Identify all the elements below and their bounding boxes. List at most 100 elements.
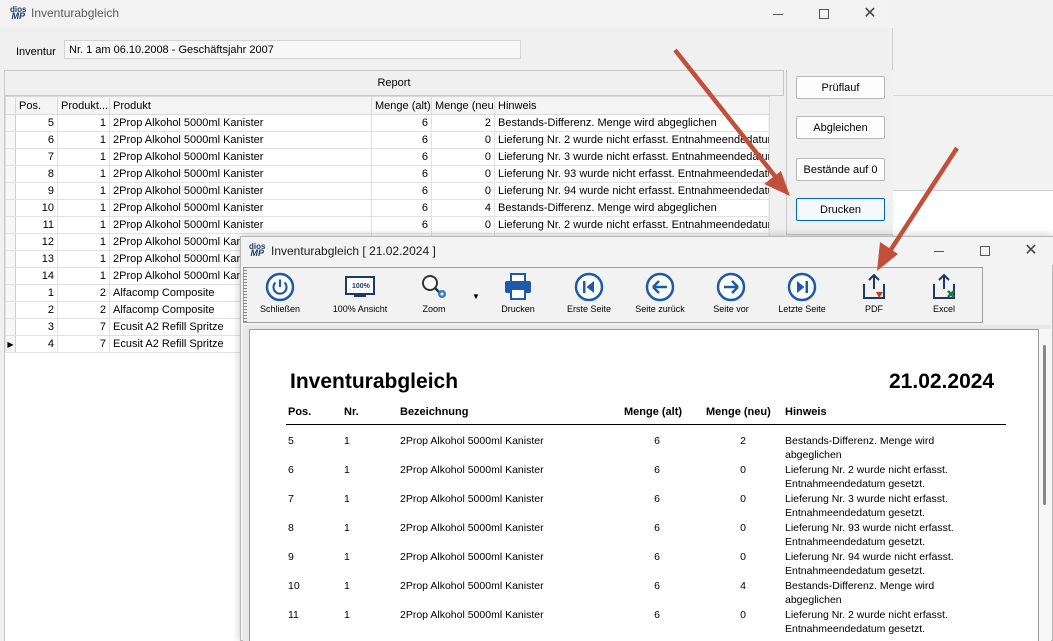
- cell-hinweis[interactable]: Lieferung Nr. 3 wurde nicht erfasst. Ent…: [494, 148, 770, 166]
- row-selector[interactable]: [5, 216, 16, 234]
- cell-produkt[interactable]: 2Prop Alkohol 5000ml Kanister: [109, 114, 372, 132]
- table-row[interactable]: 8 1 2Prop Alkohol 5000ml Kanister 6 0 Lieferu…: [5, 165, 770, 183]
- preview-close-button[interactable]: ✕: [1008, 237, 1053, 265]
- table-row[interactable]: 10 1 2Prop Alkohol 5000ml Kanister 6 4 Bestan…: [5, 199, 770, 217]
- cell-produkt-nr[interactable]: 1: [57, 148, 110, 166]
- cell-menge-alt[interactable]: 6: [371, 148, 432, 166]
- bestaende-auf-0-button[interactable]: Bestände auf 0: [796, 158, 885, 181]
- row-selector[interactable]: [5, 318, 16, 336]
- cell-menge-neu[interactable]: 0: [431, 216, 495, 234]
- cell-produkt-nr[interactable]: 2: [57, 301, 110, 319]
- seite-vor-button[interactable]: Seite vor: [706, 272, 756, 320]
- cell-menge-neu[interactable]: 4: [431, 199, 495, 217]
- row-selector[interactable]: [5, 165, 16, 183]
- cell-pos[interactable]: 14: [15, 267, 58, 285]
- cell-produkt[interactable]: 2Prop Alkohol 5000ml Kanister: [109, 199, 372, 217]
- zoom-button[interactable]: Zoom: [412, 272, 456, 320]
- schliessen-button[interactable]: Schließen: [256, 272, 304, 320]
- column-header-produkt[interactable]: Produkt: [109, 96, 372, 115]
- cell-pos[interactable]: 7: [15, 148, 58, 166]
- cell-produkt-nr[interactable]: 1: [57, 114, 110, 132]
- cell-produkt[interactable]: 2Prop Alkohol 5000ml Kanister: [109, 165, 372, 183]
- cell-menge-alt[interactable]: 6: [371, 199, 432, 217]
- excel-export-button[interactable]: Excel: [922, 272, 966, 320]
- cell-pos[interactable]: 4: [15, 335, 58, 353]
- cell-produkt[interactable]: 2Prop Alkohol 5000ml Kanister: [109, 216, 372, 234]
- preview-drucken-button[interactable]: Drucken: [494, 272, 542, 320]
- row-selector[interactable]: [5, 114, 16, 132]
- cell-hinweis[interactable]: Lieferung Nr. 93 wurde nicht erfasst. En…: [494, 165, 770, 183]
- column-header-menge-neu[interactable]: Menge (neu): [431, 96, 495, 115]
- cell-produkt[interactable]: 2Prop Alkohol 5000ml Kanister: [109, 131, 372, 149]
- cell-hinweis[interactable]: Lieferung Nr. 2 wurde nicht erfasst. Ent…: [494, 216, 770, 234]
- cell-produkt-nr[interactable]: 1: [57, 165, 110, 183]
- cell-produkt[interactable]: 2Prop Alkohol 5000ml Kanister: [109, 148, 372, 166]
- cell-hinweis[interactable]: Lieferung Nr. 94 wurde nicht erfasst. En…: [494, 182, 770, 200]
- row-selector[interactable]: [5, 182, 16, 200]
- inventur-field[interactable]: Nr. 1 am 06.10.2008 - Geschäftsjahr 2007: [64, 40, 521, 59]
- column-header-pos[interactable]: Pos.: [15, 96, 58, 115]
- cell-hinweis[interactable]: Bestands-Differenz. Menge wird abgeglich…: [494, 199, 770, 217]
- cell-pos[interactable]: 9: [15, 182, 58, 200]
- cell-produkt-nr[interactable]: 1: [57, 182, 110, 200]
- table-row[interactable]: 7 1 2Prop Alkohol 5000ml Kanister 6 0 Lieferu…: [5, 148, 770, 166]
- zoom-100-button[interactable]: 100% 100% Ansicht: [328, 272, 392, 320]
- row-selector[interactable]: [5, 267, 16, 285]
- cell-menge-neu[interactable]: 0: [431, 131, 495, 149]
- scrollbar-thumb[interactable]: [1043, 345, 1046, 505]
- cell-menge-alt[interactable]: 6: [371, 114, 432, 132]
- cell-hinweis[interactable]: Lieferung Nr. 2 wurde nicht erfasst. Ent…: [494, 131, 770, 149]
- cell-produkt-nr[interactable]: 1: [57, 267, 110, 285]
- drucken-button[interactable]: Drucken: [796, 198, 885, 221]
- cell-produkt-nr[interactable]: 2: [57, 284, 110, 302]
- abgleichen-button[interactable]: Abgleichen: [796, 116, 885, 139]
- table-row[interactable]: 11 1 2Prop Alkohol 5000ml Kanister 6 0 Liefer…: [5, 216, 770, 234]
- cell-menge-alt[interactable]: 6: [371, 131, 432, 149]
- cell-menge-alt[interactable]: 6: [371, 182, 432, 200]
- cell-pos[interactable]: 12: [15, 233, 58, 251]
- preview-maximize-button[interactable]: [962, 237, 1008, 265]
- row-selector[interactable]: [5, 199, 16, 217]
- seite-zurueck-button[interactable]: Seite zurück: [630, 272, 690, 320]
- cell-produkt-nr[interactable]: 1: [57, 250, 110, 268]
- pruflauf-button[interactable]: Prüflauf: [796, 76, 885, 99]
- row-selector[interactable]: [5, 233, 16, 251]
- cell-menge-neu[interactable]: 0: [431, 165, 495, 183]
- cell-pos[interactable]: 10: [15, 199, 58, 217]
- close-button[interactable]: ✕: [847, 0, 893, 28]
- row-selector[interactable]: [5, 148, 16, 166]
- cell-pos[interactable]: 1: [15, 284, 58, 302]
- toolbar-grip[interactable]: [243, 267, 247, 323]
- cell-pos[interactable]: 8: [15, 165, 58, 183]
- cell-pos[interactable]: 11: [15, 216, 58, 234]
- maximize-button[interactable]: [801, 0, 847, 28]
- column-header-produkt-nr[interactable]: Produkt...: [57, 96, 110, 115]
- cell-produkt-nr[interactable]: 7: [57, 318, 110, 336]
- cell-produkt-nr[interactable]: 7: [57, 335, 110, 353]
- cell-produkt-nr[interactable]: 1: [57, 216, 110, 234]
- table-row[interactable]: 5 1 2Prop Alkohol 5000ml Kanister 6 2 Bestand…: [5, 114, 770, 132]
- letzte-seite-button[interactable]: Letzte Seite: [774, 272, 830, 320]
- row-selector[interactable]: ▶: [5, 335, 16, 353]
- cell-menge-neu[interactable]: 2: [431, 114, 495, 132]
- row-selector[interactable]: [5, 250, 16, 268]
- erste-seite-button[interactable]: Erste Seite: [564, 272, 614, 320]
- cell-hinweis[interactable]: Bestands-Differenz. Menge wird abgeglich…: [494, 114, 770, 132]
- pdf-export-button[interactable]: PDF: [852, 272, 896, 320]
- cell-menge-neu[interactable]: 0: [431, 148, 495, 166]
- column-header-hinweis[interactable]: Hinweis: [494, 96, 770, 115]
- preview-minimize-button[interactable]: [916, 237, 962, 265]
- cell-pos[interactable]: 5: [15, 114, 58, 132]
- cell-menge-alt[interactable]: 6: [371, 216, 432, 234]
- zoom-dropdown-arrow[interactable]: ▼: [472, 292, 480, 301]
- minimize-button[interactable]: [755, 0, 801, 28]
- table-row[interactable]: 6 1 2Prop Alkohol 5000ml Kanister 6 0 Lieferu…: [5, 131, 770, 149]
- row-selector[interactable]: [5, 301, 16, 319]
- cell-produkt[interactable]: 2Prop Alkohol 5000ml Kanister: [109, 182, 372, 200]
- cell-pos[interactable]: 13: [15, 250, 58, 268]
- cell-menge-neu[interactable]: 0: [431, 182, 495, 200]
- column-header-menge-alt[interactable]: Menge (alt): [371, 96, 432, 115]
- cell-pos[interactable]: 6: [15, 131, 58, 149]
- cell-pos[interactable]: 2: [15, 301, 58, 319]
- cell-produkt-nr[interactable]: 1: [57, 131, 110, 149]
